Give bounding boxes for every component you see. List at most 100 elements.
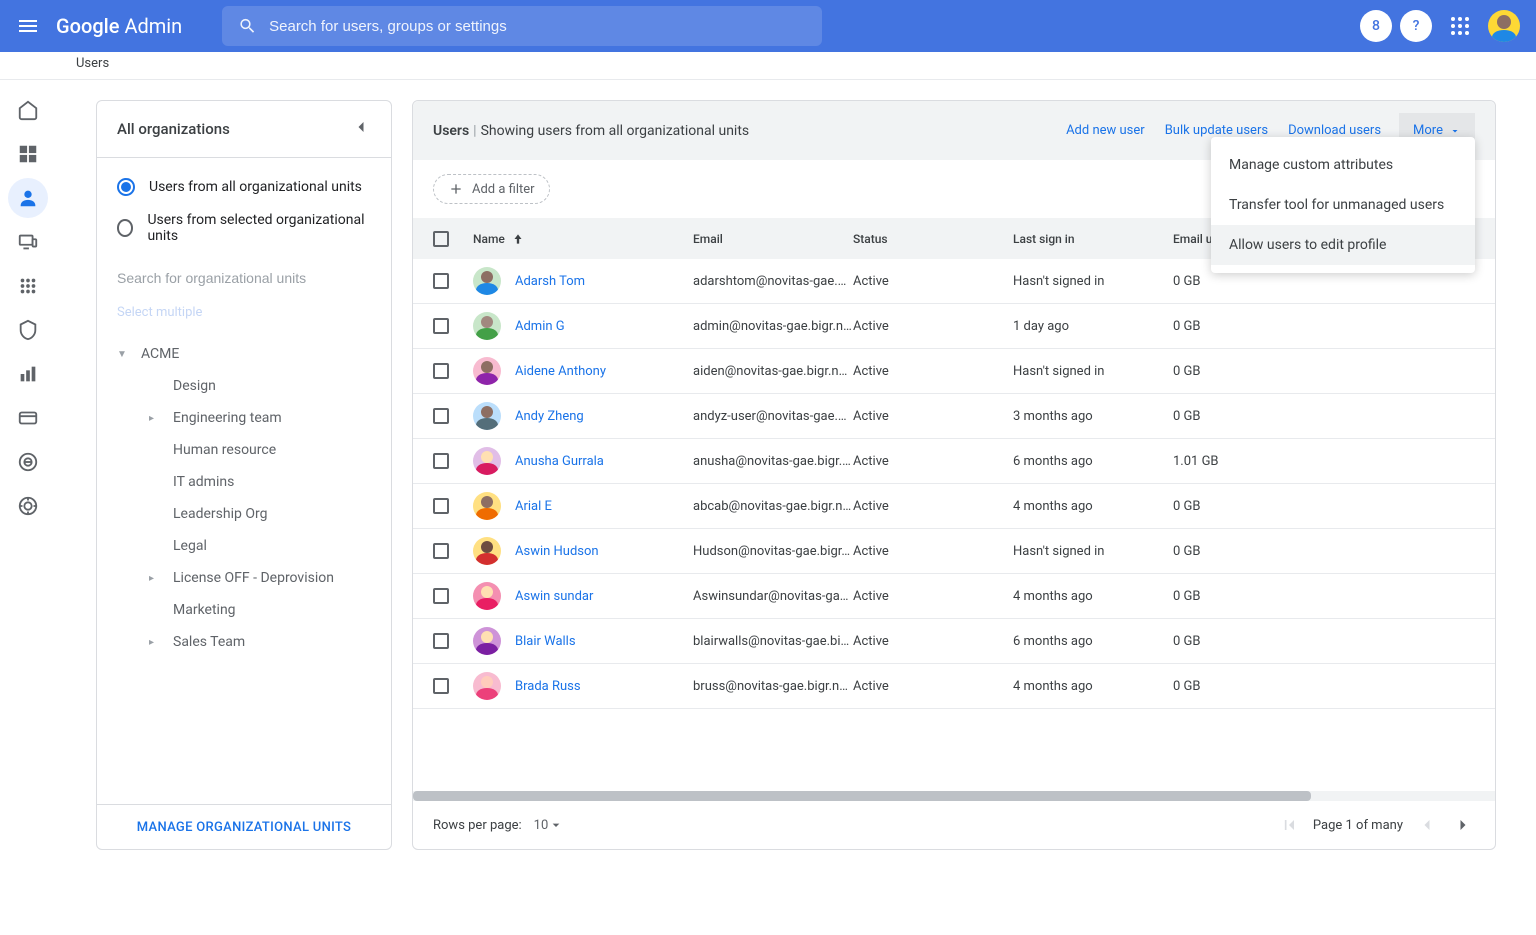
ou-item[interactable]: Legal (117, 530, 371, 562)
row-checkbox[interactable] (433, 408, 449, 424)
next-page-button[interactable] (1451, 813, 1475, 837)
user-avatar (473, 672, 501, 700)
table-row[interactable]: Anusha Gurrala anusha@novitas-gae.bigr.n… (413, 439, 1495, 484)
user-usage: 0 GB (1173, 544, 1445, 559)
nav-devices[interactable] (8, 222, 48, 262)
search-input[interactable] (269, 18, 806, 35)
table-row[interactable]: Andy Zheng andyz-user@novitas-gae.bi... … (413, 394, 1495, 439)
dropdown-item-transfer-tool[interactable]: Transfer tool for unmanaged users (1211, 185, 1475, 225)
header-badge[interactable]: 8 (1360, 10, 1392, 42)
nav-home[interactable] (8, 90, 48, 130)
manage-ou-button[interactable]: MANAGE ORGANIZATIONAL UNITS (137, 820, 351, 835)
table-row[interactable]: Arial E abcab@novitas-gae.bigr.na... Act… (413, 484, 1495, 529)
row-checkbox[interactable] (433, 273, 449, 289)
user-name-link[interactable]: Admin G (515, 319, 565, 334)
nav-account[interactable] (8, 442, 48, 482)
select-all-checkbox[interactable] (433, 231, 449, 247)
ou-item[interactable]: Marketing (117, 594, 371, 626)
add-filter-button[interactable]: Add a filter (433, 174, 550, 204)
user-name-link[interactable]: Anusha Gurrala (515, 454, 604, 469)
table-row[interactable]: Aswin Hudson Hudson@novitas-gae.bigr.n..… (413, 529, 1495, 574)
nav-rail (0, 80, 56, 850)
row-checkbox[interactable] (433, 543, 449, 559)
radio-selected-units[interactable]: Users from selected organizational units (117, 204, 371, 252)
ou-item[interactable]: Design (117, 370, 371, 402)
user-name-link[interactable]: Blair Walls (515, 634, 576, 649)
col-header-signin[interactable]: Last sign in (1013, 232, 1173, 246)
user-name-link[interactable]: Aswin sundar (515, 589, 593, 604)
add-user-link[interactable]: Add new user (1066, 123, 1145, 138)
first-page-button[interactable] (1277, 813, 1301, 837)
user-name-link[interactable]: Aswin Hudson (515, 544, 599, 559)
table-row[interactable]: Blair Walls blairwalls@novitas-gae.bigr.… (413, 619, 1495, 664)
ou-item[interactable]: ▸Sales Team (117, 626, 371, 658)
user-email: bruss@novitas-gae.bigr.na... (693, 679, 853, 694)
apps-icon[interactable] (1448, 14, 1472, 38)
table-row[interactable]: Aswin sundar Aswinsundar@novitas-gae....… (413, 574, 1495, 619)
user-status: Active (853, 634, 1013, 649)
nav-apps[interactable] (8, 266, 48, 306)
user-name-link[interactable]: Brada Russ (515, 679, 581, 694)
logo[interactable]: Google Admin (56, 14, 182, 38)
col-header-status[interactable]: Status (853, 232, 1013, 246)
user-status: Active (853, 544, 1013, 559)
row-checkbox[interactable] (433, 588, 449, 604)
ou-item[interactable]: Leadership Org (117, 498, 371, 530)
account-avatar[interactable] (1488, 10, 1520, 42)
user-signin: Hasn't signed in (1013, 274, 1173, 289)
nav-dashboard[interactable] (8, 134, 48, 174)
ou-root[interactable]: ▼ACME (117, 338, 371, 370)
user-usage: 0 GB (1173, 319, 1445, 334)
dropdown-item-custom-attrs[interactable]: Manage custom attributes (1211, 145, 1475, 185)
horizontal-scrollbar[interactable] (413, 791, 1495, 801)
nav-rules[interactable] (8, 486, 48, 526)
ou-item[interactable]: Human resource (117, 434, 371, 466)
ou-item[interactable]: ▸Engineering team (117, 402, 371, 434)
ou-item[interactable]: IT admins (117, 466, 371, 498)
user-signin: 4 months ago (1013, 499, 1173, 514)
user-name-link[interactable]: Adarsh Tom (515, 274, 585, 289)
user-email: adarshtom@novitas-gae.bi... (693, 274, 853, 289)
table-row[interactable]: Brada Russ bruss@novitas-gae.bigr.na... … (413, 664, 1495, 709)
row-checkbox[interactable] (433, 678, 449, 694)
radio-icon (117, 178, 135, 196)
user-avatar (473, 357, 501, 385)
ou-item[interactable]: ▸License OFF - Deprovision (117, 562, 371, 594)
user-email: anusha@novitas-gae.bigr.n... (693, 454, 853, 469)
user-signin: 6 months ago (1013, 634, 1173, 649)
download-users-link[interactable]: Download users (1288, 123, 1381, 138)
select-multiple-link[interactable]: Select multiple (97, 301, 391, 330)
user-usage: 0 GB (1173, 274, 1445, 289)
nav-reports[interactable] (8, 354, 48, 394)
collapse-sidebar-icon[interactable] (351, 117, 371, 141)
nav-users[interactable] (8, 178, 48, 218)
plus-icon (448, 181, 464, 197)
user-name-link[interactable]: Andy Zheng (515, 409, 584, 424)
table-row[interactable]: Aidene Anthony aiden@novitas-gae.bigr.na… (413, 349, 1495, 394)
col-header-email[interactable]: Email (693, 232, 853, 246)
col-header-name[interactable]: Name (473, 232, 693, 246)
row-checkbox[interactable] (433, 363, 449, 379)
ou-search-input[interactable] (117, 264, 371, 293)
radio-all-units[interactable]: Users from all organizational units (117, 170, 371, 204)
help-icon[interactable]: ? (1400, 10, 1432, 42)
row-checkbox[interactable] (433, 318, 449, 334)
rows-per-page-label: Rows per page: (433, 818, 522, 833)
nav-security[interactable] (8, 310, 48, 350)
row-checkbox[interactable] (433, 498, 449, 514)
table-row[interactable]: Admin G admin@novitas-gae.bigr.na... Act… (413, 304, 1495, 349)
dropdown-item-edit-profile[interactable]: Allow users to edit profile (1211, 225, 1475, 265)
row-checkbox[interactable] (433, 453, 449, 469)
nav-billing[interactable] (8, 398, 48, 438)
bulk-update-link[interactable]: Bulk update users (1165, 123, 1268, 138)
menu-icon[interactable] (16, 14, 40, 38)
user-email: andyz-user@novitas-gae.bi... (693, 409, 853, 424)
user-name-link[interactable]: Aidene Anthony (515, 364, 606, 379)
search-bar[interactable] (222, 6, 822, 46)
chevron-down-icon (548, 817, 564, 833)
rows-per-page-select[interactable]: 10 (534, 817, 565, 833)
user-usage: 0 GB (1173, 589, 1445, 604)
prev-page-button[interactable] (1415, 813, 1439, 837)
row-checkbox[interactable] (433, 633, 449, 649)
user-name-link[interactable]: Arial E (515, 499, 552, 514)
